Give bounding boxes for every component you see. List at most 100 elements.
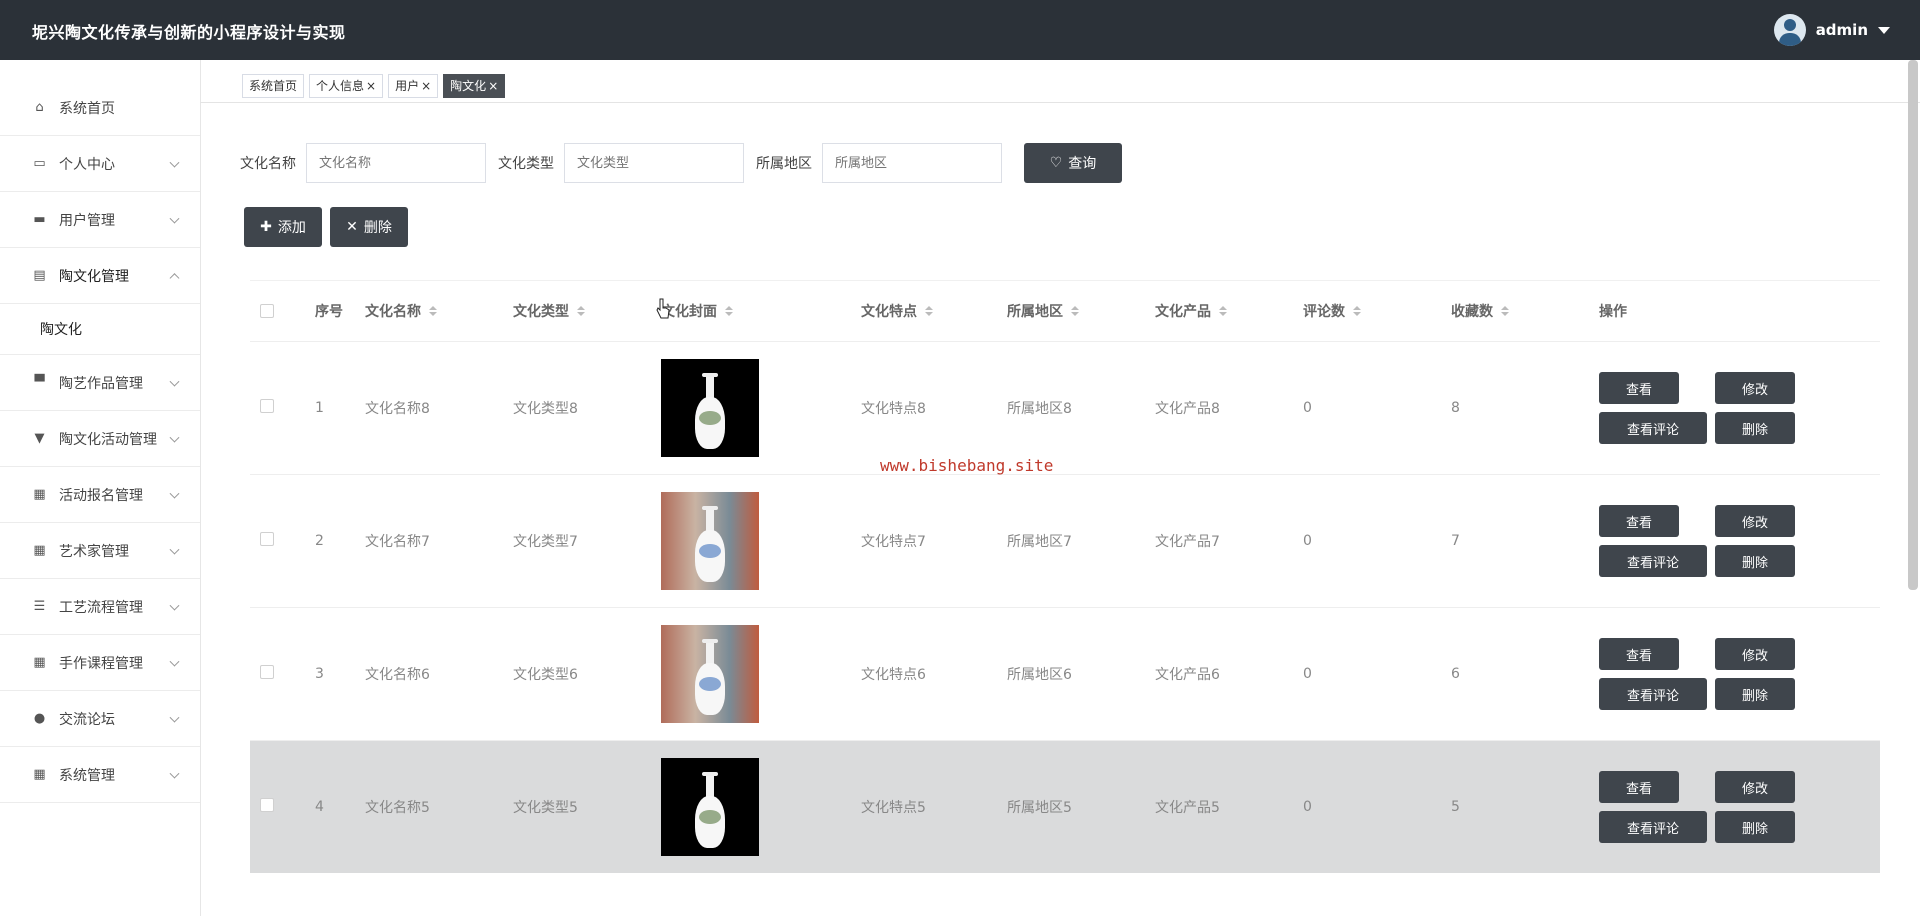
delete-button[interactable]: 删除	[1715, 412, 1795, 444]
view-comments-button[interactable]: 查看评论	[1599, 811, 1707, 843]
view-comments-button[interactable]: 查看评论	[1599, 412, 1707, 444]
sort-icon[interactable]	[1501, 306, 1509, 316]
close-icon[interactable]: ×	[421, 79, 431, 93]
sidebar-subitem-culture[interactable]: 陶文化	[0, 304, 200, 355]
sidebar-item-works[interactable]: ▀ 陶艺作品管理	[0, 355, 200, 411]
cell-favorites: 8	[1451, 400, 1460, 416]
row-checkbox[interactable]	[260, 665, 274, 679]
view-comments-button[interactable]: 查看评论	[1599, 545, 1707, 577]
edit-button[interactable]: 修改	[1715, 372, 1795, 404]
bulb-icon: ●	[33, 711, 46, 726]
user-name[interactable]: admin	[1816, 21, 1868, 39]
type-search-input[interactable]	[564, 143, 744, 183]
card-icon: ▭	[33, 156, 46, 171]
tab-users[interactable]: 用户 ×	[388, 74, 439, 98]
row-checkbox[interactable]	[260, 399, 274, 413]
header-product[interactable]: 文化产品	[1155, 301, 1303, 321]
cover-image	[661, 492, 759, 590]
view-button[interactable]: 查看	[1599, 771, 1679, 803]
sort-icon[interactable]	[1219, 306, 1227, 316]
sort-icon[interactable]	[577, 306, 585, 316]
header-name[interactable]: 文化名称	[365, 301, 513, 321]
sidebar-item-culture[interactable]: ▤ 陶文化管理	[0, 248, 200, 304]
region-label: 所属地区	[756, 156, 812, 172]
cover-image	[661, 625, 759, 723]
tab-personal-info[interactable]: 个人信息 ×	[309, 74, 384, 98]
sidebar-item-forum[interactable]: ● 交流论坛	[0, 691, 200, 747]
header-favorites[interactable]: 收藏数	[1451, 301, 1599, 321]
name-search-input[interactable]	[306, 143, 486, 183]
delete-button[interactable]: 删除	[1715, 545, 1795, 577]
edit-button[interactable]: 修改	[1715, 638, 1795, 670]
table-row[interactable]: 1 文化名称8 文化类型8 文化特点8 所属地区8 文化产品8 0 8 查看 修…	[250, 341, 1880, 474]
tab-culture[interactable]: 陶文化 ×	[443, 74, 506, 98]
sort-icon[interactable]	[725, 306, 733, 316]
close-icon[interactable]: ×	[488, 79, 498, 93]
cell-favorites: 6	[1451, 666, 1460, 682]
sidebar-item-home[interactable]: ⌂ 系统首页	[0, 80, 200, 136]
delete-button[interactable]: 删除	[1715, 811, 1795, 843]
cell-index: 4	[315, 799, 324, 815]
table-row[interactable]: 3 文化名称6 文化类型6 文化特点6 所属地区6 文化产品6 0 6 查看 修…	[250, 607, 1880, 740]
cell-feature: 文化特点6	[861, 667, 926, 683]
cell-index: 1	[315, 400, 324, 416]
sidebar-item-activities[interactable]: ▼ 陶文化活动管理	[0, 411, 200, 467]
row-checkbox[interactable]	[260, 798, 274, 812]
cover-image	[661, 758, 759, 856]
sidebar-item-users[interactable]: ▬ 用户管理	[0, 192, 200, 248]
header-type[interactable]: 文化类型	[513, 301, 661, 321]
sidebar-item-process[interactable]: ☰ 工艺流程管理	[0, 579, 200, 635]
cell-type: 文化类型6	[513, 667, 578, 683]
user-menu[interactable]: admin	[1773, 14, 1890, 46]
sidebar-item-personal[interactable]: ▭ 个人中心	[0, 136, 200, 192]
cell-region: 所属地区5	[1007, 800, 1072, 816]
table-row[interactable]: 4 文化名称5 文化类型5 文化特点5 所属地区5 文化产品5 0 5 查看 修…	[250, 740, 1880, 873]
table-row[interactable]: 2 文化名称7 文化类型7 文化特点7 所属地区7 文化产品7 0 7 查看 修…	[250, 474, 1880, 607]
view-button[interactable]: 查看	[1599, 638, 1679, 670]
cell-product: 文化产品5	[1155, 800, 1220, 816]
view-button[interactable]: 查看	[1599, 372, 1679, 404]
sidebar-item-courses[interactable]: ▦ 手作课程管理	[0, 635, 200, 691]
cell-product: 文化产品7	[1155, 534, 1220, 550]
delete-button[interactable]: 删除	[1715, 678, 1795, 710]
grid-icon: ▦	[33, 655, 46, 670]
sort-icon[interactable]	[925, 306, 933, 316]
add-button[interactable]: ✚ 添加	[244, 207, 322, 247]
view-button[interactable]: 查看	[1599, 505, 1679, 537]
query-button[interactable]: ♡ 查询	[1024, 143, 1122, 183]
caret-down-icon[interactable]	[1878, 26, 1890, 34]
batch-delete-button[interactable]: ✕ 删除	[330, 207, 408, 247]
sort-icon[interactable]	[1071, 306, 1079, 316]
user-avatar-icon[interactable]	[1773, 14, 1806, 46]
sort-icon[interactable]	[429, 306, 437, 316]
sort-icon[interactable]	[1353, 306, 1361, 316]
cell-feature: 文化特点5	[861, 800, 926, 816]
chevron-down-icon	[169, 712, 180, 723]
chevron-down-icon	[169, 768, 180, 779]
edit-button[interactable]: 修改	[1715, 505, 1795, 537]
hand-cursor-icon	[656, 298, 670, 319]
header-region[interactable]: 所属地区	[1007, 301, 1155, 321]
tab-home[interactable]: 系统首页	[242, 74, 305, 98]
cell-region: 所属地区8	[1007, 401, 1072, 417]
sidebar-item-signup[interactable]: ▦ 活动报名管理	[0, 467, 200, 523]
cell-comments: 0	[1303, 799, 1312, 815]
header-feature[interactable]: 文化特点	[861, 301, 1007, 321]
cell-comments: 0	[1303, 666, 1312, 682]
row-checkbox[interactable]	[260, 532, 274, 546]
header-cover[interactable]: 文化封面	[661, 301, 861, 321]
app-title: 坭兴陶文化传承与创新的小程序设计与实现	[32, 23, 346, 42]
sidebar: ⌂ 系统首页 ▭ 个人中心 ▬ 用户管理 ▤ 陶文化管理 陶文化 ▀ 陶艺作品管理 ▼ 陶文…	[0, 60, 201, 916]
header-comments[interactable]: 评论数	[1303, 301, 1451, 321]
sidebar-item-artists[interactable]: ▦ 艺术家管理	[0, 523, 200, 579]
home-icon: ⌂	[35, 100, 44, 115]
chevron-down-icon	[169, 157, 180, 168]
region-search-input[interactable]	[822, 143, 1002, 183]
close-icon[interactable]: ×	[366, 79, 376, 93]
scrollbar[interactable]	[1908, 60, 1918, 590]
edit-button[interactable]: 修改	[1715, 771, 1795, 803]
select-all-checkbox[interactable]	[260, 304, 274, 318]
view-comments-button[interactable]: 查看评论	[1599, 678, 1707, 710]
cell-favorites: 7	[1451, 533, 1460, 549]
sidebar-item-system[interactable]: ▦ 系统管理	[0, 747, 200, 803]
